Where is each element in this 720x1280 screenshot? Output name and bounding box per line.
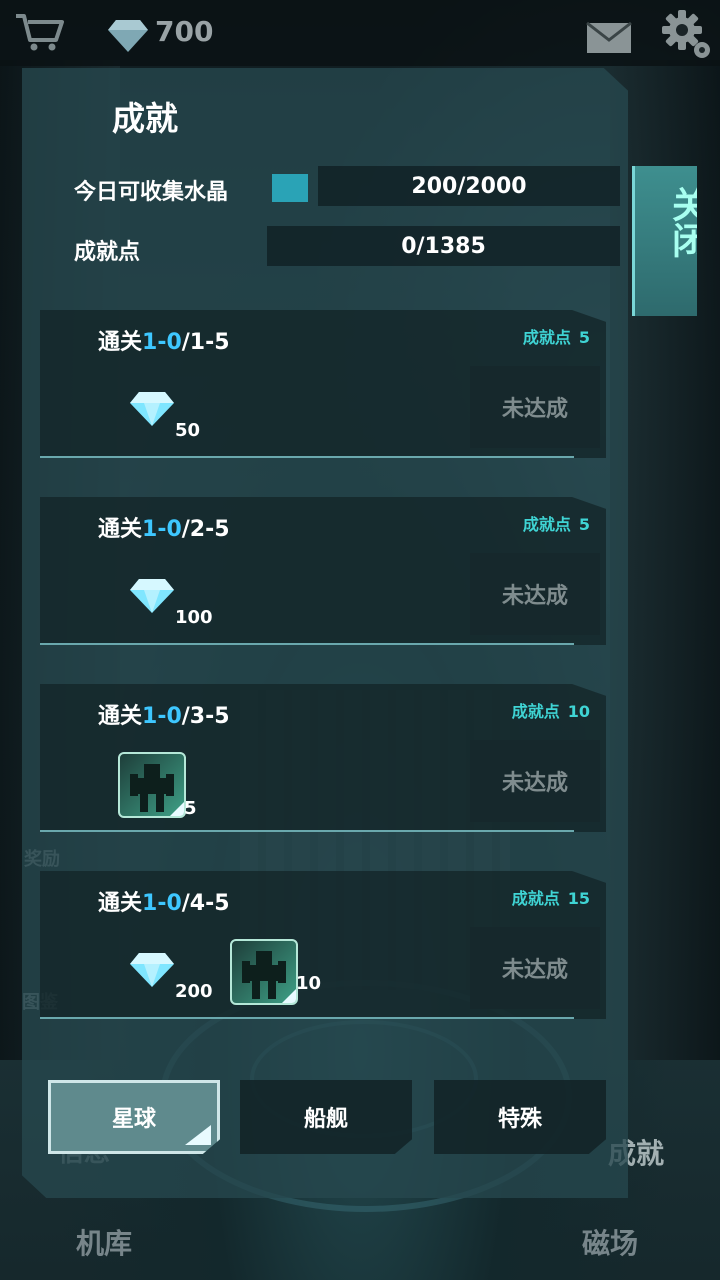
tab-ship[interactable]: 船舰 xyxy=(240,1080,412,1154)
top-bar: 700 xyxy=(0,0,720,66)
gem-count: 700 xyxy=(155,15,214,48)
gem-currency-icon xyxy=(108,20,148,52)
status-button[interactable]: 未达成 xyxy=(470,366,600,448)
panel-title: 成就 xyxy=(112,99,178,138)
status-button[interactable]: 未达成 xyxy=(470,740,600,822)
status-button[interactable]: 未达成 xyxy=(470,927,600,1009)
status-button[interactable]: 未达成 xyxy=(470,553,600,635)
bg-label-hangar[interactable]: 机库 xyxy=(76,1222,132,1262)
tab-label: 星球 xyxy=(111,1107,156,1132)
points-value: 0/1385 xyxy=(267,226,620,266)
tab-label: 特殊 xyxy=(497,1107,542,1132)
gear-icon[interactable] xyxy=(660,8,712,60)
achievement-points: 成就点 15 xyxy=(511,889,590,908)
crystal-label: 今日可收集水晶 xyxy=(74,180,229,205)
achievement-title: 通关1-0/2-5 xyxy=(98,517,230,542)
achievement-card: 通关1-0/1-5 成就点 5 50 未达成 xyxy=(40,310,606,458)
achievement-points: 成就点 5 xyxy=(522,328,590,347)
achievement-title: 通关1-0/1-5 xyxy=(98,330,230,355)
diamond-icon xyxy=(130,579,174,613)
tab-planet[interactable]: 星球 xyxy=(48,1080,220,1154)
achievement-points: 成就点 5 xyxy=(522,515,590,534)
achievement-card: 通关1-0/4-5 成就点 15 200 10 未达成 xyxy=(40,871,606,1019)
tab-selected-marker xyxy=(185,1125,211,1145)
bg-label-magnetic[interactable]: 磁场 xyxy=(582,1222,638,1262)
card-divider xyxy=(40,1017,574,1019)
reward-mech: 5 xyxy=(118,752,238,822)
reward-qty: 10 xyxy=(296,973,322,994)
reward-qty: 5 xyxy=(184,798,197,819)
card-divider xyxy=(40,830,574,832)
mech-icon xyxy=(118,752,186,818)
points-label: 成就点 xyxy=(74,240,141,265)
reward-gem: 50 xyxy=(130,368,250,441)
crystal-swatch xyxy=(272,174,308,202)
reward-qty: 50 xyxy=(175,420,201,441)
tab-label: 船舰 xyxy=(303,1107,348,1132)
achievement-card: 通关1-0/3-5 成就点 10 5 未达成 xyxy=(40,684,606,832)
diamond-icon xyxy=(130,953,174,987)
achievement-points: 成就点 10 xyxy=(511,702,590,721)
achievement-title: 通关1-0/3-5 xyxy=(98,704,230,729)
close-button[interactable]: 关闭 xyxy=(632,166,697,316)
card-divider xyxy=(40,643,574,645)
achievement-card: 通关1-0/2-5 成就点 5 100 未达成 xyxy=(40,497,606,645)
reward-qty: 100 xyxy=(175,607,213,628)
cart-icon[interactable] xyxy=(14,12,66,52)
mech-icon xyxy=(230,939,298,1005)
mail-icon[interactable] xyxy=(586,22,632,54)
diamond-icon xyxy=(130,392,174,426)
tab-special[interactable]: 特殊 xyxy=(434,1080,606,1154)
reward-mech: 10 xyxy=(230,939,350,1009)
card-divider xyxy=(40,456,574,458)
achievement-title: 通关1-0/4-5 xyxy=(98,891,230,916)
reward-gem: 100 xyxy=(130,555,250,628)
reward-qty: 200 xyxy=(175,981,213,1002)
crystal-value: 200/2000 xyxy=(318,166,620,206)
